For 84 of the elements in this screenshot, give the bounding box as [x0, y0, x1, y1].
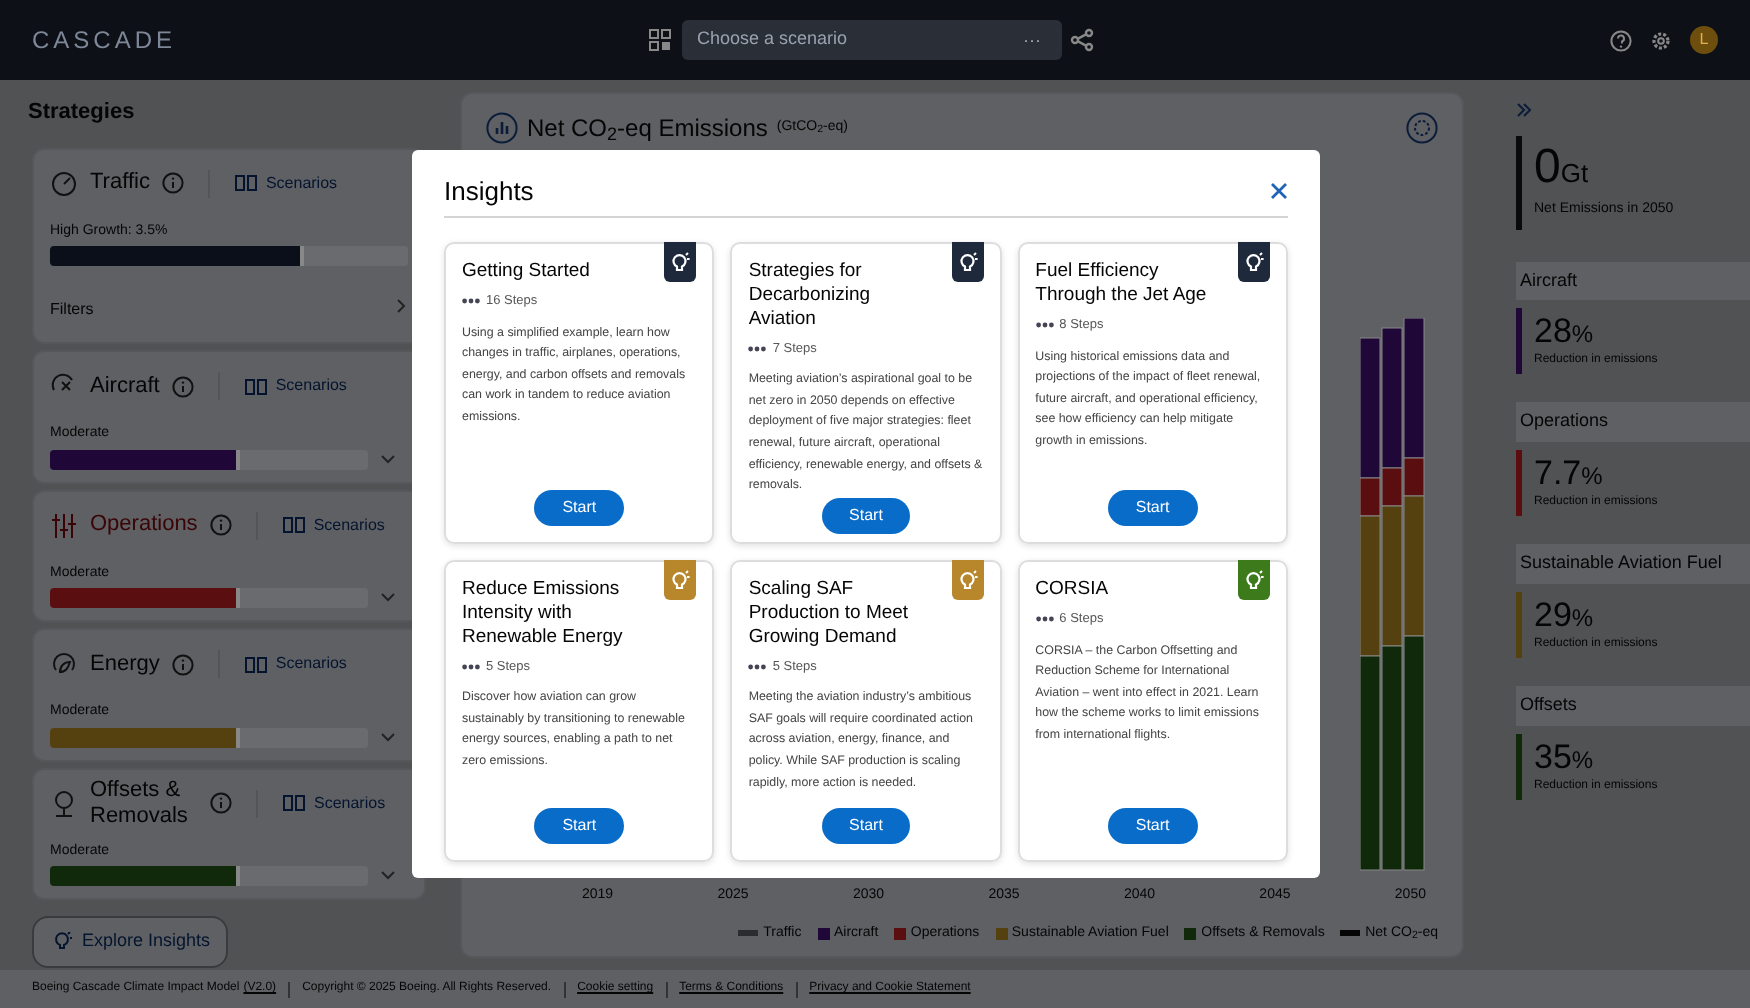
book-icon — [243, 655, 268, 673]
book-icon — [282, 794, 306, 812]
more-button[interactable]: ··· — [1019, 31, 1045, 49]
card-title: CORSIA — [1035, 578, 1111, 602]
strategy-name: Energy — [90, 651, 160, 677]
user-avatar[interactable]: L — [1690, 26, 1718, 54]
info-icon[interactable] — [210, 792, 232, 814]
gauge-icon — [50, 169, 78, 197]
chevron-right-icon[interactable] — [396, 298, 408, 314]
chevron-down-icon[interactable] — [380, 731, 396, 743]
leaf-cycle-icon — [50, 650, 78, 678]
card-title: Strategies for Decarbonizing Aviation — [748, 260, 873, 332]
section-header: Aircraft — [1516, 261, 1750, 300]
strategy-name: Traffic — [90, 170, 150, 196]
scenarios-link[interactable]: Scenarios — [243, 652, 347, 676]
book-icon — [243, 377, 268, 395]
stat-unit: % — [1571, 603, 1594, 632]
dialog-title: Insights — [444, 173, 534, 210]
settings-icon[interactable] — [1650, 29, 1672, 51]
scenarios-link[interactable]: Scenarios — [281, 513, 385, 537]
scenarios-link[interactable]: Scenarios — [282, 791, 386, 815]
stat-value: 35 — [1534, 737, 1572, 776]
total-unit: Gt — [1560, 157, 1589, 187]
scenarios-link[interactable]: Scenarios — [243, 374, 347, 398]
tree-icon — [50, 789, 78, 817]
chart-title: Net CO$_{2}$-eq Emissions — [527, 112, 768, 146]
close-button[interactable] — [1270, 181, 1288, 201]
scenario-field[interactable]: Choose a scenario ··· — [681, 20, 1061, 60]
settings-icon[interactable] — [1406, 112, 1438, 144]
stat-value: 29 — [1534, 595, 1572, 634]
explore-insights-button[interactable]: Explore Insights — [32, 916, 228, 967]
total-value: 0 — [1534, 139, 1561, 193]
slider-track[interactable] — [50, 866, 368, 886]
double-chevron-icon[interactable] — [1516, 101, 1532, 118]
grid-icon[interactable] — [648, 28, 672, 52]
start-button[interactable]: Start — [1107, 808, 1198, 844]
steps-icon — [748, 346, 767, 352]
chevron-down-icon[interactable] — [380, 592, 396, 604]
stat-unit: % — [1571, 320, 1594, 348]
strategy-name: Operations — [90, 512, 198, 538]
start-button[interactable]: Start — [534, 808, 625, 844]
steps-icon — [748, 664, 767, 670]
lightbulb-icon — [52, 931, 72, 952]
steps-icon — [462, 298, 480, 305]
stat-unit: % — [1571, 745, 1594, 774]
app-logo: CASCADE — [32, 26, 177, 54]
section-header: Sustainable Aviation Fuel — [1516, 544, 1750, 584]
help-icon[interactable] — [1610, 29, 1632, 51]
info-icon[interactable] — [161, 172, 184, 194]
strategy-name: Aircraft — [90, 373, 160, 399]
steps-icon — [462, 664, 480, 670]
section-header: Offsets — [1516, 686, 1750, 726]
start-button[interactable]: Start — [821, 497, 911, 534]
book-icon — [281, 516, 306, 534]
card-title: Fuel Efficiency Through the Jet Age — [1035, 260, 1209, 308]
steps-icon — [1035, 322, 1054, 329]
stat-unit: % — [1581, 461, 1603, 490]
steps-icon — [1035, 616, 1054, 623]
panel-title: Strategies — [28, 98, 137, 128]
slider-track[interactable] — [50, 588, 368, 608]
start-button[interactable]: Start — [1107, 490, 1198, 526]
card-title: Reduce Emissions Intensity with Renewable Energy — [462, 578, 625, 650]
start-button[interactable]: Start — [534, 490, 625, 526]
stat-value: 7.7 — [1534, 453, 1582, 492]
bar-chart-icon — [486, 112, 518, 144]
strategy-name: Offsets & Removals — [90, 778, 190, 828]
start-button[interactable]: Start — [821, 808, 911, 844]
scenarios-link[interactable]: Scenarios — [233, 171, 338, 195]
card-title: Scaling SAF Production to Meet Growing Demand — [748, 578, 911, 650]
sliders-icon — [50, 511, 78, 539]
info-icon[interactable] — [171, 375, 194, 397]
info-icon[interactable] — [209, 514, 232, 536]
card-title: Getting Started — [462, 260, 592, 284]
info-icon[interactable] — [171, 653, 194, 675]
slider-track[interactable] — [50, 246, 408, 266]
slider-track[interactable] — [50, 449, 368, 469]
stat-value: 28 — [1534, 312, 1572, 350]
book-icon — [233, 174, 258, 192]
share-icon[interactable] — [1070, 28, 1094, 52]
filters-label[interactable]: Filters — [50, 298, 94, 322]
chevron-down-icon[interactable] — [380, 453, 396, 465]
section-header: Operations — [1516, 402, 1750, 442]
slider-track[interactable] — [50, 727, 368, 747]
chevron-down-icon[interactable] — [380, 870, 396, 882]
